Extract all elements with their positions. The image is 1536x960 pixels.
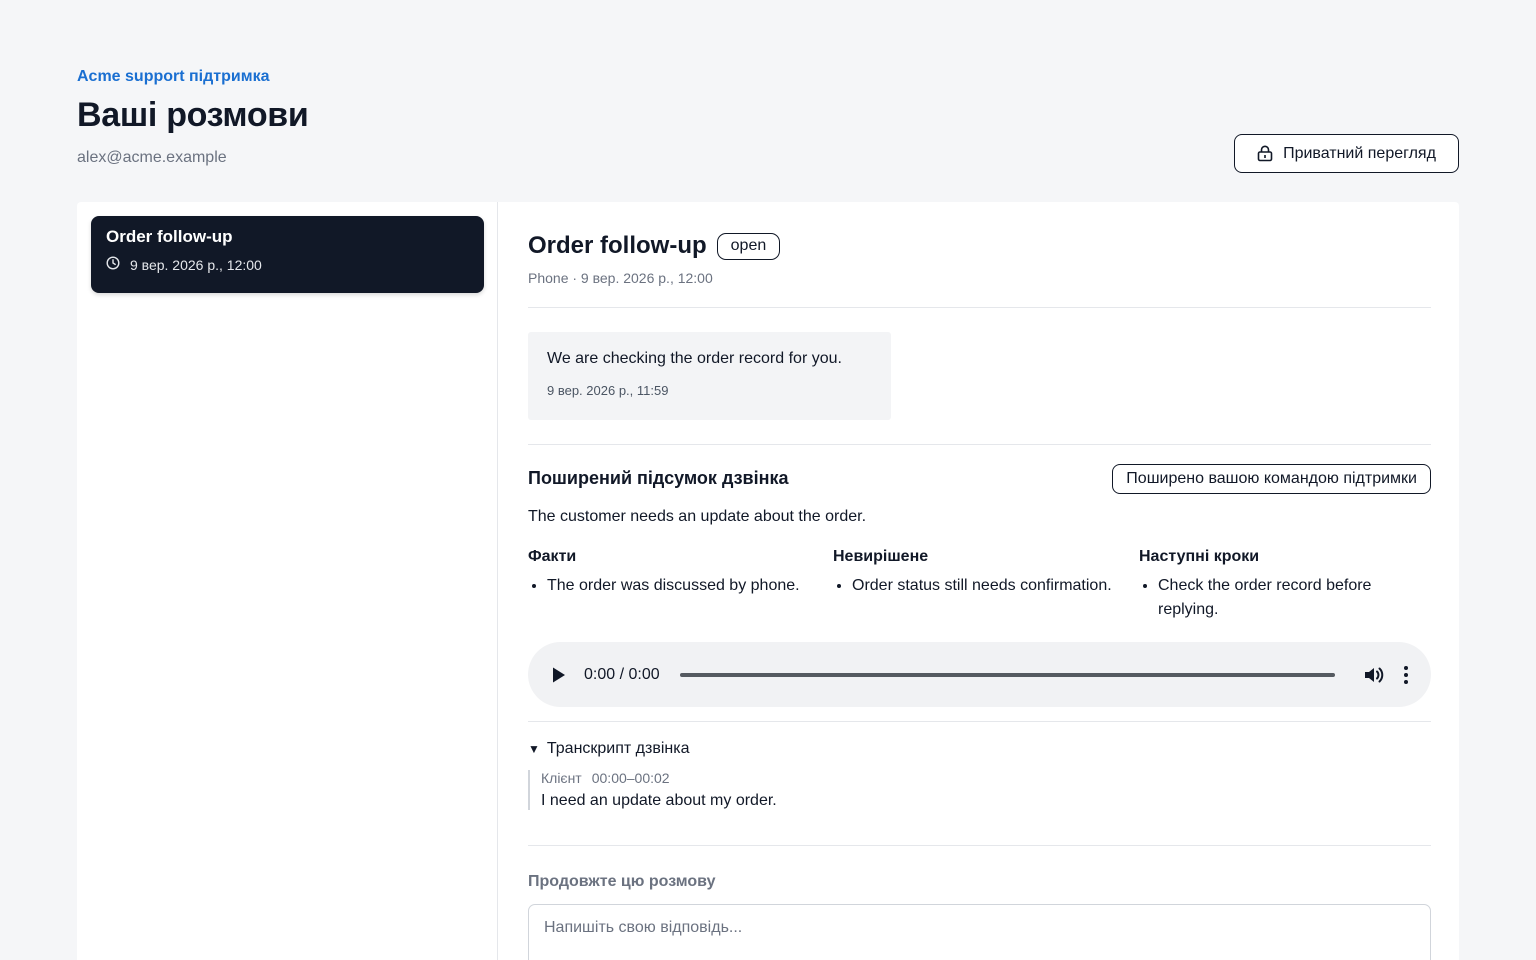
- private-view-button[interactable]: Приватний перегляд: [1234, 134, 1459, 173]
- column-title: Факти: [528, 548, 577, 565]
- summary-text: The customer needs an update about the o…: [528, 508, 867, 525]
- conversation-title: Order follow-up: [106, 227, 233, 246]
- list-item: Check the order record before replying.: [1158, 574, 1429, 622]
- message-time: 9 вер. 2026 р., 11:59: [547, 383, 669, 398]
- transcript-text: I need an update about my order.: [541, 792, 777, 809]
- divider: [528, 721, 1431, 722]
- conversation-item[interactable]: Order follow-up 9 вер. 2026 р., 12:00: [91, 216, 484, 293]
- divider: [528, 845, 1431, 846]
- message-text: We are checking the order record for you…: [547, 350, 842, 367]
- lock-icon: [1257, 145, 1273, 162]
- transcript-time-range: 00:00–00:02: [591, 770, 670, 786]
- clock-icon: [106, 256, 120, 273]
- summary-column-unresolved: Невирішене Order status still needs conf…: [833, 548, 1123, 598]
- user-email: alex@acme.example: [77, 149, 227, 166]
- transcript-entry: Клієнт 00:00–00:02 I need an update about…: [528, 770, 777, 810]
- conversation-meta: Phone · 9 вер. 2026 р., 12:00: [528, 270, 713, 286]
- message-bubble: We are checking the order record for you…: [528, 332, 891, 420]
- audio-player: 0:00 / 0:00: [528, 642, 1431, 707]
- audio-time: 0:00 / 0:00: [584, 665, 660, 683]
- page-header: Acme support підтримка Ваші розмови alex…: [77, 68, 309, 167]
- shared-badge: Поширено вашою командою підтримки: [1112, 464, 1431, 494]
- list-item: The order was discussed by phone.: [547, 574, 818, 598]
- audio-progress-bar[interactable]: [679, 672, 1335, 677]
- page-title: Ваші розмови: [77, 96, 309, 134]
- transcript-toggle-label: Транскрипт дзвінка: [546, 740, 690, 757]
- divider: [528, 307, 1431, 308]
- column-title: Наступні кроки: [1139, 548, 1260, 565]
- conversation-detail-title: Order follow-up: [528, 232, 707, 259]
- private-view-label: Приватний перегляд: [1283, 144, 1436, 162]
- conversation-list: Order follow-up 9 вер. 2026 р., 12:00: [77, 202, 498, 960]
- transcript-speaker: Клієнт: [541, 770, 582, 786]
- brand-label: Acme support підтримка: [77, 68, 270, 85]
- column-title: Невирішене: [833, 548, 929, 565]
- summary-column-next-steps: Наступні кроки Check the order record be…: [1139, 548, 1429, 622]
- status-badge: open: [716, 232, 781, 260]
- divider: [528, 444, 1431, 445]
- conversation-time: 9 вер. 2026 р., 12:00: [130, 256, 262, 273]
- conversation-detail: Order follow-up open Phone · 9 вер. 2026…: [528, 202, 1431, 960]
- reply-label: Продовжте цю розмову: [528, 873, 716, 890]
- transcript-toggle[interactable]: ▼ Транскрипт дзвінка: [528, 740, 689, 758]
- conversations-panel: Order follow-up 9 вер. 2026 р., 12:00 Or…: [77, 202, 1459, 960]
- summary-column-facts: Факти The order was discussed by phone.: [528, 548, 818, 598]
- play-icon[interactable]: [552, 667, 568, 683]
- more-vertical-icon[interactable]: [1403, 665, 1409, 684]
- reply-input[interactable]: [528, 904, 1431, 960]
- list-item: Order status still needs confirmation.: [852, 574, 1123, 598]
- summary-title: Поширений підсумок дзвінка: [528, 468, 789, 488]
- caret-down-icon: ▼: [528, 742, 540, 756]
- volume-icon[interactable]: [1363, 664, 1385, 686]
